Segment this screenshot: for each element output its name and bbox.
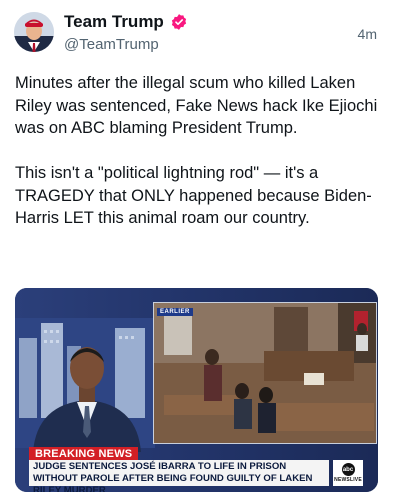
breaking-news-label: BREAKING NEWS xyxy=(29,447,139,461)
account-handle[interactable]: @TeamTrump xyxy=(64,36,159,53)
abc-news-live-logo: abc NEWSLIVE xyxy=(333,460,363,486)
news-anchor-figure xyxy=(33,347,141,452)
earlier-tag: EARLIER xyxy=(157,308,193,316)
post-card[interactable]: Team Trump @TeamTrump 4m Minutes after t… xyxy=(0,0,393,500)
courtroom-inset-image xyxy=(153,302,377,444)
news-live-label: NEWSLIVE xyxy=(334,477,362,483)
post-media-image[interactable]: EARLIER BREAKING NEWS JUDGE SENTENCES JO… xyxy=(15,288,378,492)
post-timestamp[interactable]: 4m xyxy=(358,26,377,42)
display-name[interactable]: Team Trump xyxy=(64,12,164,32)
avatar-image xyxy=(14,12,54,52)
abc-logo-icon: abc xyxy=(341,463,355,476)
post-text: Minutes after the illegal scum who kille… xyxy=(15,74,378,227)
avatar[interactable] xyxy=(14,12,54,52)
news-headline-ticker: JUDGE SENTENCES JOSÉ IBARRA TO LIFE IN P… xyxy=(29,460,329,492)
verified-badge-icon xyxy=(171,14,186,30)
